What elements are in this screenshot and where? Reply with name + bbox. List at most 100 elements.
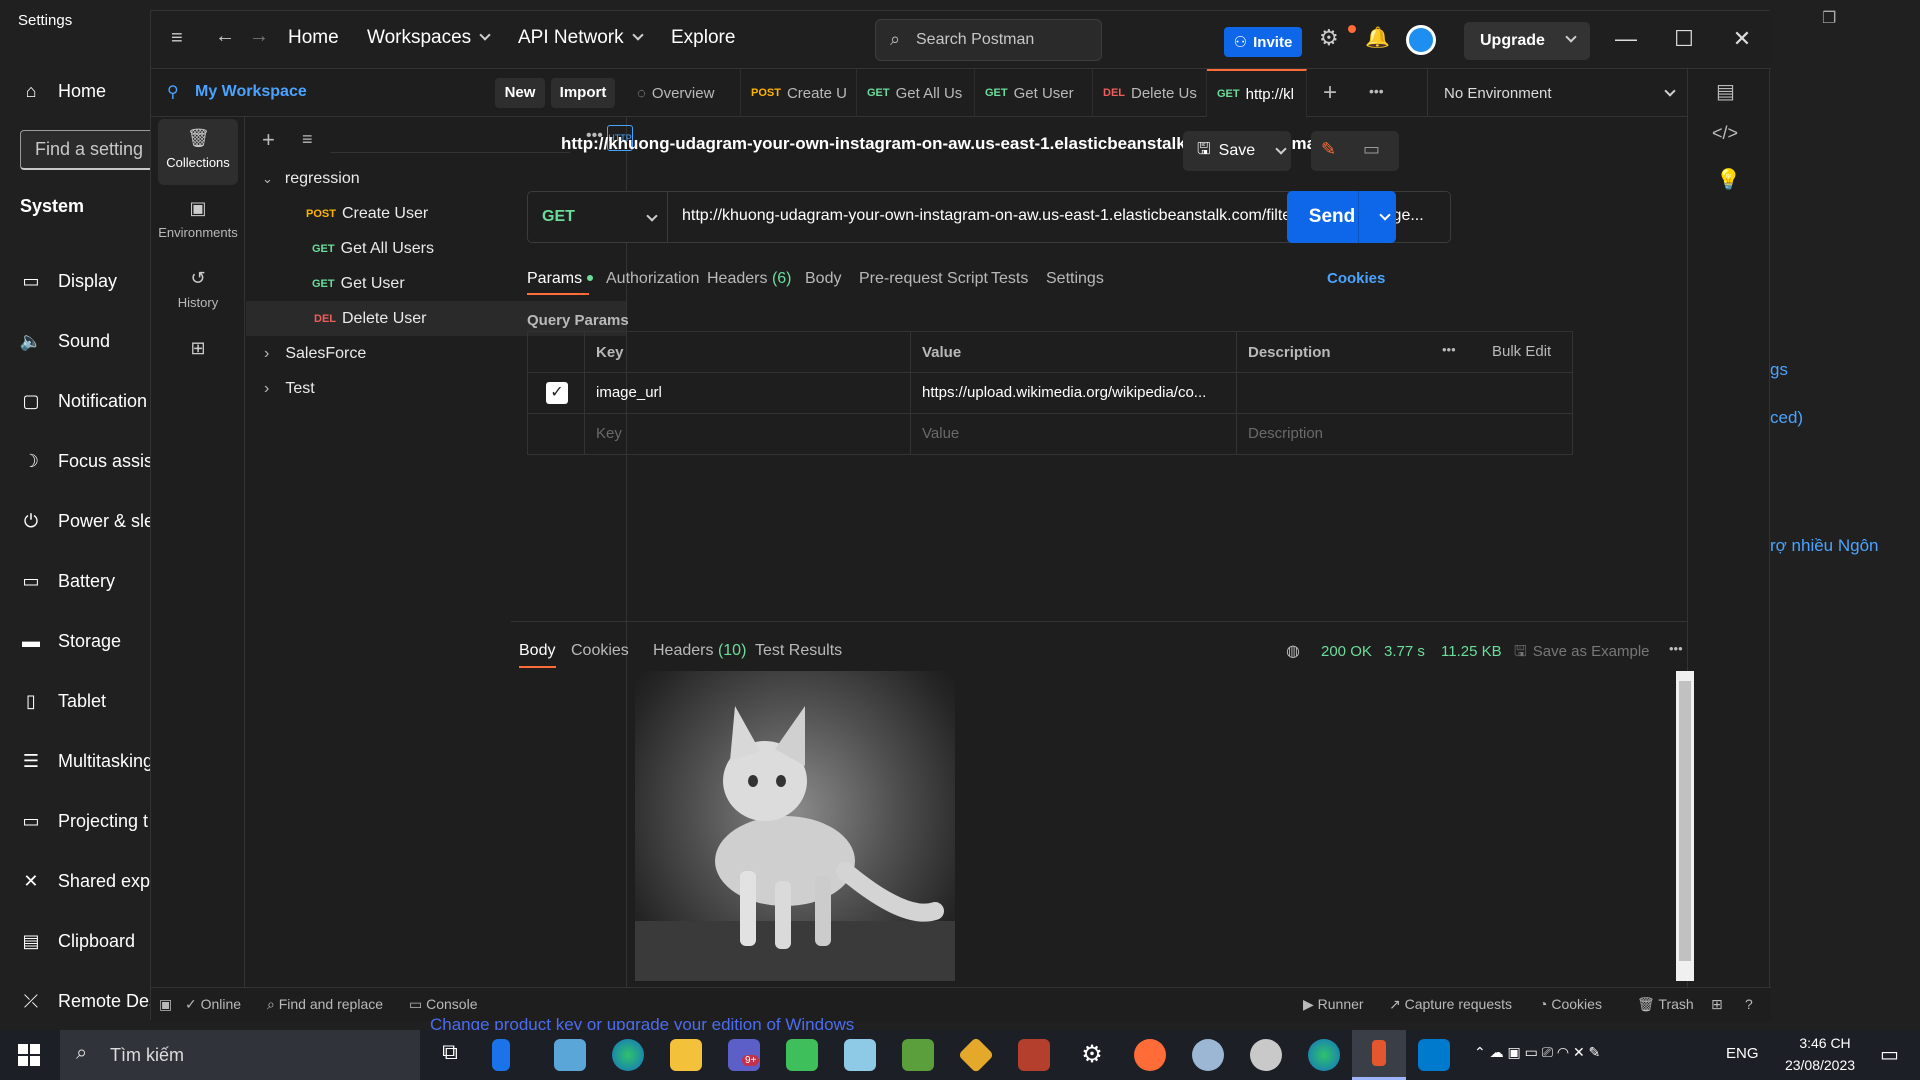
- response-divider[interactable]: [511, 621, 1687, 622]
- tab-get-all-users[interactable]: GET Get All Us: [857, 69, 975, 117]
- nav-api-network[interactable]: API Network: [518, 27, 644, 49]
- filter-icon[interactable]: ≡: [302, 129, 313, 150]
- cookies-link[interactable]: Cookies: [1327, 270, 1385, 287]
- app-icon[interactable]: [844, 1039, 876, 1071]
- workspace-name[interactable]: My Workspace: [195, 83, 307, 101]
- nav-display[interactable]: ▭ Display: [0, 258, 160, 304]
- edge-icon[interactable]: [1308, 1039, 1340, 1071]
- new-tab-icon[interactable]: +: [1323, 79, 1337, 107]
- environment-select[interactable]: No Environment: [1427, 69, 1687, 117]
- sidebar-toggle-icon[interactable]: ▣: [159, 996, 172, 1013]
- lightbulb-icon[interactable]: 💡: [1716, 167, 1741, 192]
- tab-delete-user[interactable]: DEL Delete Us: [1093, 69, 1207, 117]
- new-key-input[interactable]: Key: [596, 425, 622, 442]
- settings-link-1[interactable]: gs: [1770, 360, 1810, 380]
- file-explorer-icon[interactable]: [670, 1039, 702, 1071]
- nav-home[interactable]: Home: [288, 27, 339, 49]
- scrollbar[interactable]: [1676, 671, 1694, 981]
- comment-icon[interactable]: ▭: [1363, 139, 1380, 160]
- nav-shared-experiences[interactable]: ✕ Shared expe: [0, 858, 160, 904]
- tab-authorization[interactable]: Authorization: [606, 270, 699, 288]
- bell-icon[interactable]: 🔔: [1365, 25, 1390, 50]
- close-icon[interactable]: ✕: [1727, 25, 1757, 55]
- settings-gear-icon[interactable]: ⚙: [1319, 25, 1339, 51]
- tab-get-user[interactable]: GET Get User: [975, 69, 1093, 117]
- notification-center-icon[interactable]: ▭: [1880, 1042, 1899, 1067]
- avatar[interactable]: [1406, 25, 1436, 55]
- rail-collections[interactable]: 🗑 Collections: [158, 119, 238, 185]
- winrar-icon[interactable]: [1018, 1039, 1050, 1071]
- online-status[interactable]: ✓ Online: [185, 996, 241, 1013]
- teams-icon[interactable]: 9+: [728, 1039, 760, 1071]
- bulk-edit-button[interactable]: Bulk Edit: [1492, 343, 1551, 360]
- help-icon[interactable]: ?: [1745, 996, 1753, 1012]
- bing-icon[interactable]: [492, 1039, 510, 1071]
- param-key[interactable]: image_url: [596, 384, 662, 401]
- settings-link-3[interactable]: rợ nhiều Ngôn: [1770, 536, 1920, 556]
- response-tab-test-results[interactable]: Test Results: [755, 642, 842, 660]
- tab-body[interactable]: Body: [805, 270, 841, 288]
- nav-multitasking[interactable]: ☰ Multitasking: [0, 738, 160, 784]
- nav-power[interactable]: ⏻ Power & sle: [0, 498, 160, 544]
- back-icon[interactable]: ←: [215, 25, 235, 48]
- app-icon[interactable]: [1250, 1039, 1282, 1071]
- tab-headers[interactable]: Headers (6): [707, 270, 792, 288]
- add-icon[interactable]: +: [262, 127, 275, 153]
- rail-history[interactable]: ↺ History: [158, 259, 238, 325]
- taskbar-search[interactable]: ⌕ Tìm kiếm: [60, 1030, 420, 1080]
- invite-button[interactable]: ⚇ Invite: [1224, 27, 1302, 57]
- code-icon[interactable]: </>: [1712, 123, 1738, 144]
- app-icon[interactable]: [554, 1039, 586, 1071]
- nav-projecting[interactable]: ▭ Projecting t: [0, 798, 160, 844]
- nav-focus-assist[interactable]: ☽ Focus assist: [0, 438, 160, 484]
- find-setting-input[interactable]: Find a setting: [20, 130, 170, 170]
- runner-button[interactable]: ▶ Runner: [1303, 996, 1364, 1013]
- tab-settings[interactable]: Settings: [1046, 270, 1104, 288]
- nav-explore[interactable]: Explore: [671, 27, 735, 49]
- layout-icon[interactable]: ⊞: [1711, 996, 1723, 1013]
- nav-notification[interactable]: ▢ Notification: [0, 378, 160, 424]
- save-example-button[interactable]: 🖫 Save as Example: [1514, 641, 1650, 666]
- edit-icon[interactable]: ✎: [1321, 139, 1336, 160]
- app-icon[interactable]: [1192, 1039, 1224, 1071]
- clock-date[interactable]: 23/08/2023: [1770, 1057, 1870, 1073]
- minimize-icon[interactable]: —: [1611, 25, 1641, 55]
- response-more-icon[interactable]: •••: [1669, 641, 1683, 656]
- nav-remote-desktop[interactable]: ⤫ Remote Des: [0, 978, 160, 1024]
- tab-active-request[interactable]: GET http://kl: [1207, 69, 1307, 117]
- response-tab-body[interactable]: Body: [519, 642, 555, 660]
- find-replace-button[interactable]: ⌕ Find and replace: [267, 996, 383, 1013]
- app-icon[interactable]: [786, 1039, 818, 1071]
- new-description-input[interactable]: Description: [1248, 425, 1323, 442]
- settings-gear-icon[interactable]: ⚙: [1076, 1039, 1108, 1071]
- task-view-icon[interactable]: ⧉: [434, 1039, 466, 1071]
- upgrade-button[interactable]: Upgrade: [1464, 22, 1590, 60]
- nav-clipboard[interactable]: ▤ Clipboard: [0, 918, 160, 964]
- console-button[interactable]: ▭ Console: [409, 996, 478, 1013]
- tabs-more-icon[interactable]: •••: [1369, 83, 1384, 99]
- trash-button[interactable]: 🗑 Trash: [1637, 996, 1694, 1013]
- tab-params[interactable]: Params: [527, 270, 594, 288]
- save-dropdown[interactable]: [1259, 131, 1291, 171]
- rail-environments[interactable]: ▣ Environments: [158, 189, 238, 255]
- capture-requests-button[interactable]: ↗ Capture requests: [1389, 996, 1512, 1013]
- param-value[interactable]: https://upload.wikimedia.org/wikipedia/c…: [922, 384, 1232, 401]
- response-tab-headers[interactable]: Headers (10): [653, 642, 746, 660]
- active-app[interactable]: [1352, 1030, 1406, 1080]
- import-button[interactable]: Import: [551, 78, 615, 108]
- postman-icon[interactable]: [1134, 1039, 1166, 1071]
- system-tray[interactable]: ⌃ ☁ ▣ ▭ ⎚ ◠ ✕ ✎: [1474, 1044, 1600, 1061]
- windows-start-icon[interactable]: [18, 1044, 40, 1066]
- menu-icon[interactable]: ≡: [171, 27, 183, 50]
- language-indicator[interactable]: ENG: [1726, 1045, 1759, 1062]
- search-input[interactable]: ⌕ Search Postman: [875, 19, 1102, 61]
- rail-configure[interactable]: ⊞: [158, 329, 238, 395]
- maximize-icon[interactable]: ☐: [1669, 25, 1699, 55]
- tab-prerequest-script[interactable]: Pre-request Script: [859, 270, 988, 288]
- tab-overview[interactable]: ◌ Overview: [627, 69, 741, 117]
- tab-tests[interactable]: Tests: [991, 270, 1028, 288]
- settings-restore-icon[interactable]: ❐: [1822, 8, 1836, 28]
- table-more-icon[interactable]: •••: [1442, 342, 1456, 357]
- response-tab-cookies[interactable]: Cookies: [571, 642, 629, 660]
- nav-tablet[interactable]: ▯ Tablet: [0, 678, 160, 724]
